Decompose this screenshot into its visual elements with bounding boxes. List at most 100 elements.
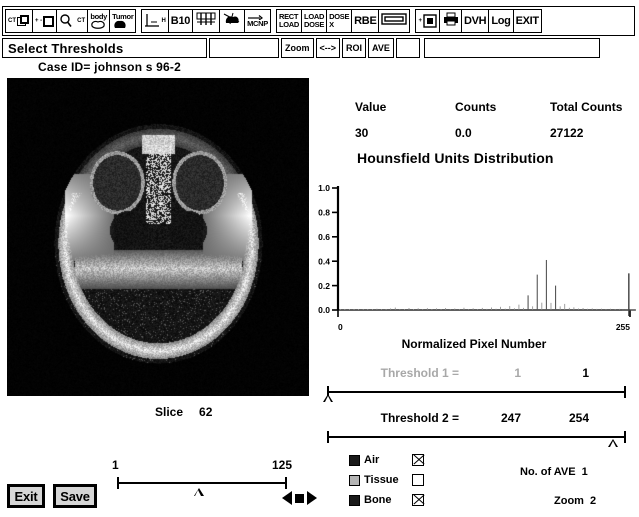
bone-checkbox[interactable] xyxy=(412,494,424,506)
air-checkbox[interactable] xyxy=(412,454,424,466)
export-icon: + xyxy=(418,14,437,28)
dvh-button[interactable]: DVH xyxy=(462,10,490,32)
axis-h-button[interactable]: H xyxy=(142,10,169,32)
save-button[interactable]: Save xyxy=(53,484,97,508)
mcnp-button[interactable]: MCNP xyxy=(245,10,270,32)
ct-slice-canvas[interactable] xyxy=(7,78,309,396)
log-button[interactable]: Log xyxy=(489,10,514,32)
hounsfield-histogram[interactable]: 0.0 0.2 0.4 0.6 0.8 1.0 0 255 xyxy=(312,182,636,332)
stats-value-counts: 0.0 xyxy=(455,126,472,140)
svg-text:0.4: 0.4 xyxy=(318,256,330,266)
threshold1-readout: Threshold 1 = 1 1 xyxy=(324,366,629,382)
print-button[interactable] xyxy=(440,10,462,32)
svg-text:0.0: 0.0 xyxy=(318,305,330,315)
status-field-3[interactable] xyxy=(423,38,600,58)
mcnp-icon: MCNP xyxy=(247,14,268,28)
tissue-color-swatch xyxy=(349,474,360,486)
svg-text:1.0: 1.0 xyxy=(318,183,330,193)
svg-text:0.6: 0.6 xyxy=(318,232,330,242)
threshold2-slider-thumb[interactable] xyxy=(608,439,619,447)
load-dose-line2: DOSE xyxy=(304,20,325,29)
slice-slider-thumb[interactable] xyxy=(193,488,204,496)
slice-slider[interactable]: 1 125 xyxy=(112,458,292,503)
threshold2-slider-track[interactable] xyxy=(328,436,625,438)
svg-text:0.2: 0.2 xyxy=(318,281,330,291)
legend-row-air: Air xyxy=(349,450,424,470)
body-outline-icon-svg xyxy=(91,21,106,30)
colorbar-icon xyxy=(381,12,408,31)
threshold2-cap-right xyxy=(624,431,626,443)
colorbar-button[interactable] xyxy=(379,10,410,32)
slice-nav-arrows xyxy=(282,491,317,505)
threshold2-readout: Threshold 2 = 247 254 xyxy=(324,411,629,427)
zoom-ct-button[interactable]: CT xyxy=(57,10,89,32)
threshold2-slider[interactable] xyxy=(324,431,629,451)
tissue-label: Tissue xyxy=(364,474,399,486)
body-contour-button[interactable]: body xyxy=(88,10,111,32)
threshold1-value-high: 1 xyxy=(582,366,589,380)
threshold1-slider[interactable] xyxy=(323,386,629,406)
load-dose-button[interactable]: LOAD DOSE xyxy=(302,10,328,32)
tissue-checkbox[interactable] xyxy=(412,474,424,486)
ct-copy-button[interactable]: CT xyxy=(6,10,33,32)
threshold2-control: Threshold 2 = 247 254 xyxy=(324,411,629,451)
status-field-1[interactable] xyxy=(209,38,279,58)
magnifier-icon-svg xyxy=(60,13,72,27)
zoom-mode-button[interactable]: Zoom xyxy=(281,38,314,58)
axis-icon: H xyxy=(144,13,166,29)
bone-color-swatch xyxy=(349,494,360,506)
threshold1-control: Threshold 1 = 1 1 xyxy=(323,366,629,406)
roi-mode-button[interactable]: ROI xyxy=(342,38,367,58)
pan-mode-button[interactable]: <--> xyxy=(315,38,341,58)
svg-text:0.8: 0.8 xyxy=(318,208,330,218)
tumor-button[interactable]: Tumor xyxy=(110,10,136,32)
threshold1-slider-thumb[interactable] xyxy=(323,394,333,402)
stop-slice-square-icon[interactable] xyxy=(295,493,304,503)
printer-icon xyxy=(443,12,459,31)
dose-x-button[interactable]: DOSE X xyxy=(327,10,353,32)
slice-slider-track[interactable] xyxy=(118,482,286,484)
stats-header-value: Value xyxy=(355,100,387,114)
stats-header-total: Total Counts xyxy=(550,100,623,114)
slice-track-cap-left xyxy=(117,477,119,489)
collimator-button[interactable] xyxy=(193,10,221,32)
stats-values-row: 30 0.0 27122 xyxy=(355,126,635,140)
slice-readout: Slice 62 xyxy=(155,405,212,419)
load-dose-label: LOAD DOSE xyxy=(304,13,324,28)
add-remove-button[interactable]: + - xyxy=(33,10,58,32)
export-button[interactable]: + xyxy=(416,10,440,32)
slice-track-cap-right xyxy=(285,477,287,489)
histogram-xaxis-label: Normalized Pixel Number xyxy=(401,337,547,351)
threshold1-slider-track[interactable] xyxy=(328,391,625,393)
threshold2-value-low: 247 xyxy=(500,411,521,425)
ave-label: No. of AVE xyxy=(520,466,576,478)
stats-value-value: 30 xyxy=(355,126,369,140)
copy-icon: CT xyxy=(8,14,30,28)
previous-slice-arrow-icon[interactable] xyxy=(282,491,292,505)
collimator-icon xyxy=(195,11,217,32)
threshold2-value-high: 254 xyxy=(568,411,589,425)
b10-button[interactable]: B10 xyxy=(168,10,194,32)
rect-load-button[interactable]: RECT LOAD xyxy=(276,10,303,32)
log-label: Log xyxy=(491,14,511,27)
rbe-button[interactable]: RBE xyxy=(352,10,380,32)
exit-toolbar-button[interactable]: EXIT xyxy=(513,10,541,32)
printer-icon-svg xyxy=(443,12,458,25)
status-field-2[interactable] xyxy=(395,38,420,58)
air-color-swatch xyxy=(349,454,360,466)
toolbar-group-image-tools: CT + - CT body Tumor xyxy=(5,9,137,33)
ct-slice-image[interactable] xyxy=(7,78,309,396)
threshold1-label: Threshold 1 = xyxy=(380,366,459,380)
next-slice-arrow-icon[interactable] xyxy=(307,491,317,505)
zoom-label: Zoom xyxy=(554,495,584,507)
tumor-shape-icon: Tumor xyxy=(112,13,134,30)
collimator-icon-svg xyxy=(196,12,216,25)
dose-x-label: DOSE X xyxy=(329,13,349,28)
bone-label: Bone xyxy=(364,494,392,506)
svg-text:0: 0 xyxy=(338,322,343,332)
copy-icon-svg xyxy=(17,14,29,26)
patient-beam-button[interactable] xyxy=(220,10,246,32)
threshold2-label: Threshold 2 = xyxy=(380,411,459,425)
exit-button[interactable]: Exit xyxy=(7,484,45,508)
ave-mode-button[interactable]: AVE xyxy=(368,38,394,58)
